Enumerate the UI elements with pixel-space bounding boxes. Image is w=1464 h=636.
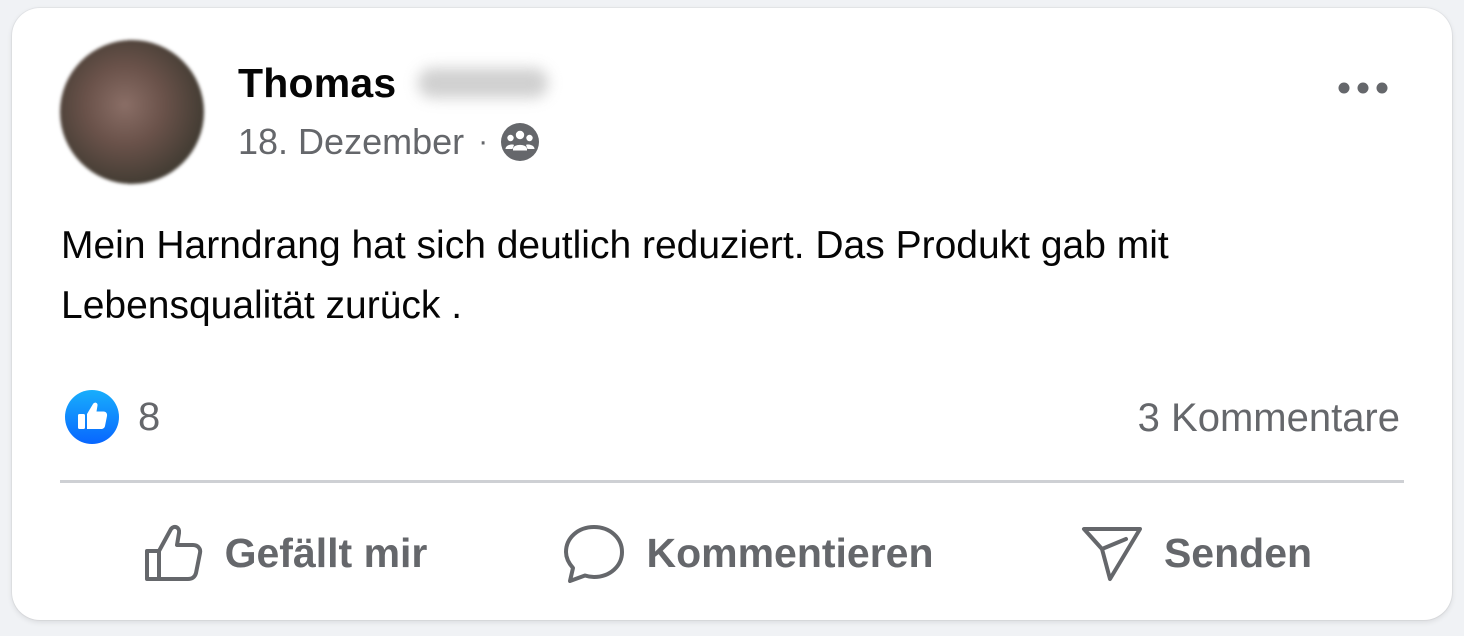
meta-separator: · <box>478 125 489 158</box>
like-count: 8 <box>138 394 161 439</box>
action-bar: Gefällt mir Kommentieren Senden <box>60 508 1404 598</box>
send-button[interactable]: Senden <box>988 508 1404 598</box>
send-icon <box>1081 527 1142 581</box>
post-text: Mein Harndrang hat sich deutlich reduzie… <box>61 224 1169 327</box>
like-button[interactable]: Gefällt mir <box>60 508 508 598</box>
author-avatar[interactable] <box>60 40 204 184</box>
comment-button[interactable]: Kommentieren <box>508 508 988 598</box>
author-name-row: Thomas <box>238 58 549 108</box>
send-button-label: Senden <box>1163 529 1313 576</box>
action-divider <box>60 480 1404 483</box>
like-reaction-icon <box>64 389 120 445</box>
post-card: Thomas 18. Dezember · Mein Harndrang hat… <box>12 8 1452 620</box>
post-meta: 18. Dezember · <box>238 120 540 164</box>
comment-bubble-icon <box>564 525 625 583</box>
more-options-button[interactable] <box>1328 66 1398 110</box>
thumbs-up-icon <box>144 524 202 581</box>
author-surname-redacted <box>418 68 549 98</box>
author-name[interactable]: Thomas <box>238 60 396 107</box>
reactions-summary[interactable]: 8 <box>64 388 160 446</box>
comments-count-link[interactable]: 3 Kommentare <box>1138 390 1400 446</box>
more-horizontal-icon <box>1338 82 1388 94</box>
like-button-label: Gefällt mir <box>224 529 428 576</box>
post-date[interactable]: 18. Dezember <box>238 121 464 163</box>
comment-button-label: Kommentieren <box>646 529 934 576</box>
friends-audience-icon[interactable] <box>500 122 540 162</box>
